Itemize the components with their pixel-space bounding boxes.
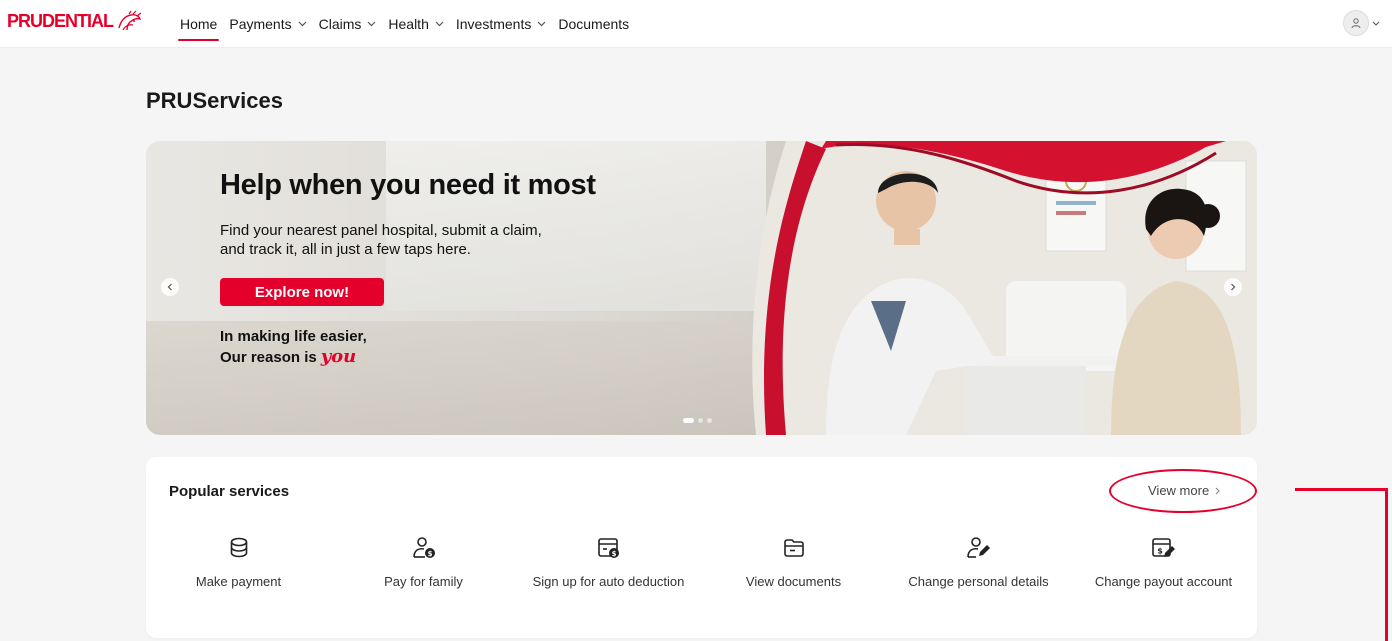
service-label: Make payment (195, 574, 282, 589)
banner-dot-3[interactable] (707, 418, 712, 423)
nav-documents[interactable]: Documents (558, 0, 629, 48)
banner-headline: Help when you need it most (220, 169, 596, 201)
tagline-line-2-text: Our reason is (220, 349, 317, 366)
tagline-you-script: you (320, 346, 357, 367)
hero-banner: Help when you need it most Find your nea… (146, 141, 1257, 435)
view-more-label: View more (1148, 483, 1210, 498)
banner-dot-2[interactable] (698, 418, 703, 423)
explore-now-button[interactable]: Explore now! (220, 278, 384, 306)
top-navigation-bar: PRUDENTIAL Home Payments Claims Health I… (0, 0, 1392, 48)
main-nav: Home Payments Claims Health Investments … (177, 0, 641, 48)
coins-icon (230, 537, 247, 558)
chevron-down-icon (435, 21, 444, 27)
service-label: Change personal details (908, 574, 1049, 589)
service-make-payment[interactable]: Make payment (146, 535, 331, 589)
banner-dot-1[interactable] (683, 418, 694, 423)
svg-text:$: $ (1157, 547, 1163, 556)
chevron-down-icon (367, 21, 376, 27)
annotation-line-vertical (1385, 488, 1388, 641)
service-auto-deduction[interactable]: $ Sign up for auto deduction (516, 535, 701, 589)
nav-payments-label: Payments (229, 16, 292, 32)
service-label: View documents (745, 574, 842, 589)
service-pay-for-family[interactable]: $ Pay for family (331, 535, 516, 589)
banner-next-button[interactable] (1224, 278, 1242, 296)
services-list: Make payment $ Pay for family $ Sign up … (146, 535, 1257, 589)
nav-investments[interactable]: Investments (456, 0, 546, 48)
chevron-down-icon (537, 21, 546, 27)
nav-home-label: Home (180, 16, 218, 32)
user-icon (1351, 18, 1361, 29)
svg-text:$: $ (427, 550, 432, 558)
service-label: Pay for family (384, 574, 463, 589)
prudence-head-icon (118, 10, 142, 31)
auto-deduction-icon: $ (597, 538, 619, 558)
tagline-line-2: Our reason is you (220, 347, 367, 368)
edit-person-icon (966, 537, 990, 558)
nav-claims[interactable]: Claims (319, 0, 377, 48)
nav-investments-label: Investments (455, 16, 532, 32)
chevron-down-icon (298, 21, 307, 27)
nav-health-label: Health (388, 16, 429, 32)
service-label: Change payout account (1094, 574, 1233, 589)
edit-payout-icon: $ (1151, 538, 1175, 557)
nav-health[interactable]: Health (388, 0, 444, 48)
nav-claims-label: Claims (318, 16, 362, 32)
nav-payments[interactable]: Payments (229, 0, 307, 48)
page-title: PRUServices (146, 88, 283, 113)
nav-documents-label: Documents (558, 16, 630, 32)
service-change-personal-details[interactable]: Change personal details (886, 535, 1071, 589)
prudential-logo[interactable]: PRUDENTIAL (7, 10, 143, 32)
banner-previous-button[interactable] (161, 278, 179, 296)
logo-text: PRUDENTIAL (7, 10, 114, 31)
annotation-line-horizontal (1295, 488, 1387, 491)
profile-menu[interactable] (1343, 10, 1380, 36)
popular-services-title: Popular services (169, 483, 290, 500)
service-label: Sign up for auto deduction (532, 574, 685, 589)
chevron-right-icon (1215, 487, 1220, 494)
banner-subtext-line-2: and track it, all in just a few taps her… (220, 241, 471, 258)
service-view-documents[interactable]: View documents (701, 535, 886, 589)
chevron-left-icon (167, 283, 172, 291)
svg-text:$: $ (611, 550, 616, 558)
popular-services-card: Popular services View more Make payment (146, 457, 1257, 638)
family-payment-icon: $ (412, 537, 435, 558)
avatar (1343, 10, 1369, 36)
chevron-down-icon (1372, 21, 1380, 26)
banner-tagline: In making life easier, Our reason is you (220, 327, 367, 368)
chevron-right-icon (1231, 283, 1236, 291)
view-more-link[interactable]: View more (1148, 483, 1220, 498)
nav-home[interactable]: Home (177, 0, 220, 48)
banner-subtext-line-1: Find your nearest panel hospital, submit… (220, 222, 542, 239)
banner-subtext: Find your nearest panel hospital, submit… (220, 221, 620, 259)
service-change-payout-account[interactable]: $ Change payout account (1071, 535, 1256, 589)
banner-pagination (683, 418, 712, 423)
tagline-line-1: In making life easier, (220, 328, 367, 345)
folder-icon (783, 539, 804, 557)
